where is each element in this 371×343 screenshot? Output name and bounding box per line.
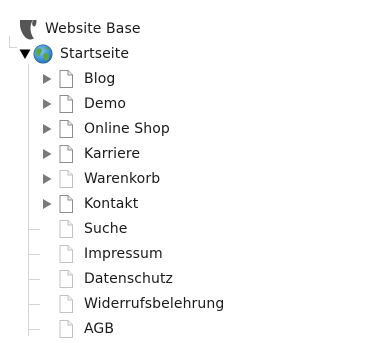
tree-connector-agb bbox=[28, 329, 40, 330]
page-icon-hidden bbox=[58, 320, 74, 338]
tree-page-item[interactable]: Demo bbox=[40, 92, 126, 116]
expand-toggle-collapsed-icon[interactable] bbox=[40, 92, 54, 116]
tree-connector-datenschutz bbox=[28, 279, 40, 280]
expand-toggle-collapsed-icon[interactable] bbox=[40, 67, 54, 91]
tree-root-node[interactable]: Website Base bbox=[17, 17, 141, 41]
tree-page-item[interactable]: Karriere bbox=[40, 142, 140, 166]
tree-page-label: Impressum bbox=[84, 246, 163, 262]
tree-page-item[interactable]: Widerrufsbelehrung bbox=[58, 292, 224, 316]
tree-page-label: Karriere bbox=[84, 146, 141, 162]
tree-page-item[interactable]: Warenkorb bbox=[40, 167, 160, 191]
tree-page-item[interactable]: AGB bbox=[58, 317, 114, 341]
tree-page-label: Datenschutz bbox=[84, 271, 174, 287]
tree-page-item[interactable]: Suche bbox=[58, 217, 127, 241]
page-icon bbox=[58, 70, 74, 88]
expand-toggle-expanded-icon[interactable] bbox=[18, 42, 32, 66]
tree-connector-site bbox=[28, 64, 29, 336]
tree-connector-impressum bbox=[28, 254, 40, 255]
tree-connector-suche bbox=[28, 229, 40, 230]
tree-page-label: Demo bbox=[84, 96, 126, 112]
tree-page-item[interactable]: Datenschutz bbox=[58, 267, 173, 291]
page-icon bbox=[58, 145, 74, 163]
tree-page-label: Suche bbox=[84, 221, 128, 237]
page-icon-hidden bbox=[58, 220, 74, 238]
tree-page-label: Online Shop bbox=[84, 121, 170, 137]
tree-page-item[interactable]: Online Shop bbox=[40, 117, 170, 141]
expand-toggle-collapsed-icon[interactable] bbox=[40, 167, 54, 191]
tree-connector-widerruf bbox=[28, 304, 40, 305]
tree-page-label: Blog bbox=[84, 71, 116, 87]
tree-page-label: Widerrufsbelehrung bbox=[84, 296, 225, 312]
page-icon-hidden bbox=[58, 295, 74, 313]
page-icon bbox=[58, 195, 74, 213]
tree-page-item[interactable]: Blog bbox=[40, 67, 115, 91]
expand-toggle-collapsed-icon[interactable] bbox=[40, 117, 54, 141]
globe-icon bbox=[33, 44, 53, 64]
page-icon bbox=[58, 95, 74, 113]
page-icon-hidden bbox=[58, 245, 74, 263]
page-icon bbox=[58, 120, 74, 138]
tree-page-label: Kontakt bbox=[84, 196, 139, 212]
tree-page-item[interactable]: Kontakt bbox=[40, 192, 138, 216]
tree-connector-root-h bbox=[9, 47, 17, 48]
expand-toggle-collapsed-icon[interactable] bbox=[40, 142, 54, 166]
tree-site-label: Startseite bbox=[60, 46, 130, 62]
tree-root-label: Website Base bbox=[45, 21, 141, 37]
page-icon-hidden bbox=[58, 170, 74, 188]
tree-page-label: AGB bbox=[84, 321, 115, 337]
page-tree: Website Base Startseite Blog Demo Online… bbox=[0, 0, 371, 343]
expand-toggle-collapsed-icon[interactable] bbox=[40, 192, 54, 216]
tree-page-label: Warenkorb bbox=[84, 171, 161, 187]
tree-page-item[interactable]: Impressum bbox=[58, 242, 163, 266]
page-icon-hidden bbox=[58, 270, 74, 288]
typo3-logo-icon bbox=[17, 18, 39, 40]
tree-site-node[interactable]: Startseite bbox=[18, 42, 129, 66]
